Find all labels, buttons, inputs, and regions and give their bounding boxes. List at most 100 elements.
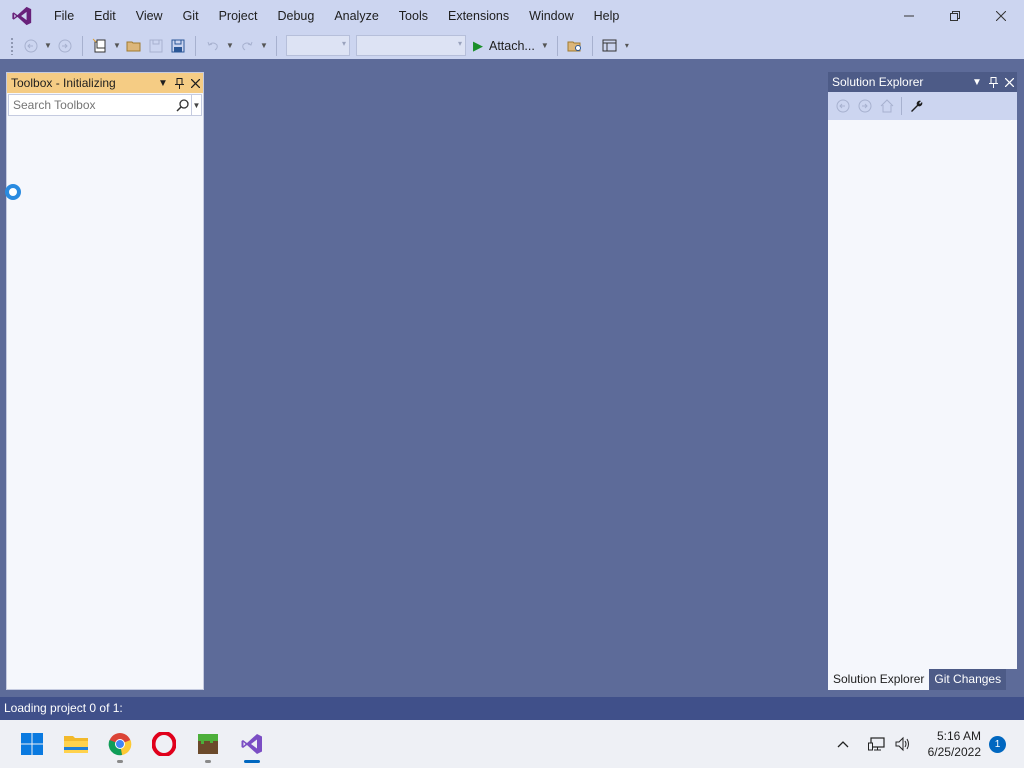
- toolbar-grip[interactable]: [10, 36, 14, 55]
- close-icon: [996, 11, 1006, 21]
- search-options-dropdown[interactable]: ▼: [191, 95, 201, 115]
- opera-icon: [152, 732, 176, 756]
- redo-dropdown[interactable]: ▼: [259, 35, 269, 57]
- attach-debugger-button[interactable]: ▶ Attach...: [469, 38, 539, 54]
- pin-icon: [988, 76, 998, 88]
- save-all-button[interactable]: [168, 35, 188, 57]
- se-properties-button[interactable]: [905, 95, 927, 117]
- minecraft-icon: [198, 734, 218, 754]
- attach-dropdown[interactable]: ▼: [540, 35, 550, 57]
- browse-folder-button[interactable]: [565, 35, 585, 57]
- navigate-forward-button[interactable]: [55, 35, 75, 57]
- folder-search-icon: [567, 41, 581, 51]
- new-project-dropdown[interactable]: ▼: [112, 35, 122, 57]
- menu-file[interactable]: File: [44, 0, 84, 32]
- undo-dropdown[interactable]: ▼: [225, 35, 235, 57]
- menu-analyze[interactable]: Analyze: [324, 0, 388, 32]
- solution-explorer-title: Solution Explorer: [832, 75, 924, 89]
- menu-git[interactable]: Git: [173, 0, 209, 32]
- solution-platforms-combo[interactable]: [356, 35, 466, 56]
- show-hidden-icons-button[interactable]: [831, 732, 855, 756]
- undo-button[interactable]: [203, 35, 223, 57]
- close-icon: [1004, 77, 1014, 87]
- open-folder-icon: [126, 41, 141, 51]
- search-icon[interactable]: [173, 95, 191, 115]
- taskbar-opera[interactable]: [142, 722, 186, 766]
- menu-view[interactable]: View: [126, 0, 173, 32]
- menu-tools[interactable]: Tools: [389, 0, 438, 32]
- visual-studio-logo-icon[interactable]: [0, 0, 44, 32]
- status-text: Loading project 0 of 1:: [4, 701, 123, 715]
- taskbar-minecraft[interactable]: [186, 722, 230, 766]
- notification-badge[interactable]: 1: [989, 735, 1006, 753]
- visual-studio-icon: [241, 734, 262, 754]
- toolbox-panel: Toolbox - Initializing ▼ ▼: [5, 72, 204, 690]
- menu-debug[interactable]: Debug: [267, 0, 324, 32]
- start-button[interactable]: [10, 722, 54, 766]
- toolbar-options-dropdown[interactable]: ▾: [622, 35, 632, 57]
- solution-explorer-panel: Solution Explorer ▼: [828, 72, 1017, 669]
- close-toolbox-button[interactable]: [187, 74, 203, 92]
- se-back-button[interactable]: [832, 95, 854, 117]
- tab-git-changes[interactable]: Git Changes: [929, 669, 1007, 690]
- toolbar-separator: [195, 35, 196, 56]
- chrome-icon: [108, 733, 132, 756]
- navigate-back-dropdown[interactable]: ▼: [43, 35, 53, 57]
- taskbar-file-explorer[interactable]: [54, 722, 98, 766]
- running-indicator: [117, 760, 123, 763]
- open-file-button[interactable]: [124, 35, 144, 57]
- restore-button[interactable]: [932, 0, 978, 32]
- clock-time: 5:16 AM: [936, 729, 981, 743]
- play-icon: ▶: [473, 37, 483, 53]
- network-button[interactable]: [865, 732, 889, 756]
- restore-icon: [950, 11, 960, 21]
- redo-button[interactable]: [237, 35, 257, 57]
- toolbox-search-input[interactable]: [9, 98, 173, 112]
- close-solution-explorer-button[interactable]: [1001, 73, 1017, 91]
- toolbar-separator: [556, 35, 558, 56]
- taskbar-visual-studio[interactable]: [230, 722, 274, 766]
- title-menu-bar: File Edit View Git Project Debug Analyze…: [0, 0, 1024, 32]
- save-all-icon: [171, 39, 185, 52]
- layout-button[interactable]: [600, 35, 620, 57]
- menu-project[interactable]: Project: [209, 0, 268, 32]
- save-icon: [149, 39, 163, 52]
- window-position-dropdown[interactable]: ▼: [969, 73, 985, 91]
- new-project-button[interactable]: [90, 35, 110, 57]
- menu-window[interactable]: Window: [519, 0, 583, 32]
- volume-button[interactable]: [891, 732, 915, 756]
- undo-icon: [207, 41, 218, 50]
- windows-taskbar: 5:16 AM 6/25/2022 1: [0, 720, 1024, 768]
- close-window-button[interactable]: [978, 0, 1024, 32]
- toolbar-separator: [276, 35, 277, 56]
- tab-solution-explorer[interactable]: Solution Explorer: [828, 669, 930, 690]
- status-bar: Loading project 0 of 1:: [0, 697, 1024, 720]
- window-position-dropdown[interactable]: ▼: [155, 74, 171, 92]
- file-explorer-icon: [64, 736, 88, 753]
- standard-toolbar: ▼ ▼ ▼ ▼ ▶ Attach... ▼ ▾: [0, 32, 1024, 62]
- redo-icon: [242, 41, 253, 50]
- save-button[interactable]: [146, 35, 166, 57]
- pin-button[interactable]: [985, 73, 1001, 91]
- window-layout-icon: [602, 39, 617, 51]
- clock[interactable]: 5:16 AM 6/25/2022: [928, 728, 981, 760]
- solution-configurations-combo[interactable]: [286, 35, 350, 56]
- taskbar-chrome[interactable]: [98, 722, 142, 766]
- minimize-button[interactable]: [886, 0, 932, 32]
- minimize-icon: [904, 15, 914, 17]
- solution-explorer-header: Solution Explorer ▼: [828, 72, 1017, 92]
- menu-help[interactable]: Help: [584, 0, 630, 32]
- toolbar-separator: [591, 35, 593, 56]
- navigate-back-button[interactable]: [21, 35, 41, 57]
- pin-button[interactable]: [171, 74, 187, 92]
- menu-extensions[interactable]: Extensions: [438, 0, 519, 32]
- toolbox-title: Toolbox - Initializing: [11, 76, 116, 90]
- se-forward-button[interactable]: [854, 95, 876, 117]
- close-icon: [190, 78, 200, 88]
- running-indicator: [205, 760, 211, 763]
- toolbar-separator: [901, 97, 902, 115]
- home-icon: [880, 99, 894, 113]
- menu-edit[interactable]: Edit: [84, 0, 126, 32]
- speaker-icon: [895, 736, 909, 752]
- se-home-button[interactable]: [876, 95, 898, 117]
